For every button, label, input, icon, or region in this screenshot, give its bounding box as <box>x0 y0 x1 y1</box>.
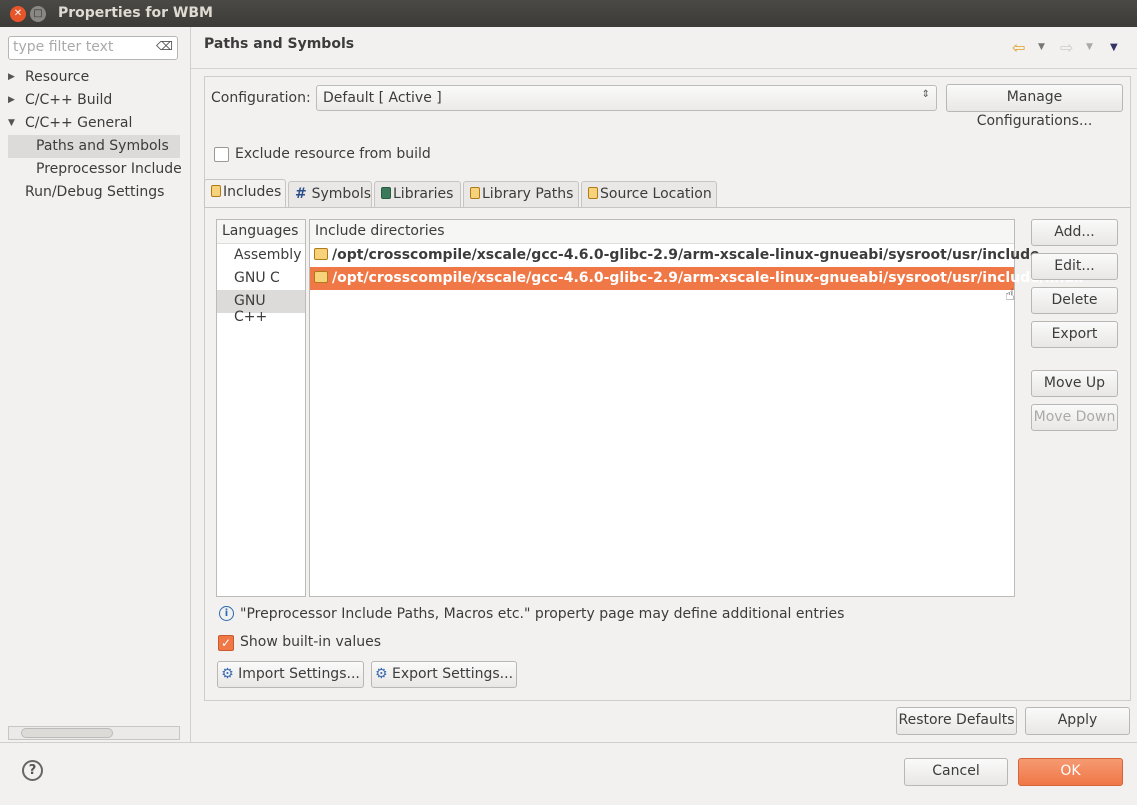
exclude-checkbox[interactable] <box>214 147 229 162</box>
cancel-button[interactable]: Cancel <box>904 758 1008 786</box>
updown-icon: ⇕ <box>921 89 930 100</box>
source-location-icon <box>588 187 598 199</box>
title-bar: ✕ □ Properties for WBM <box>0 0 1137 27</box>
hash-icon: # <box>295 186 312 202</box>
back-icon[interactable]: ⇦ <box>1012 38 1025 57</box>
close-icon[interactable]: ✕ <box>10 6 26 22</box>
sidebar-item-rundebug[interactable]: Run/Debug Settings <box>25 184 164 200</box>
sidebar-hscrollbar[interactable] <box>8 726 180 740</box>
languages-list[interactable]: Languages Assembly GNU C GNU C++ <box>216 219 306 597</box>
include-directories-list[interactable]: Include directories /opt/crosscompile/xs… <box>309 219 1083 597</box>
sidebar-item-resource[interactable]: Resource <box>25 69 89 85</box>
window-title: Properties for WBM <box>58 5 213 21</box>
expand-icon[interactable]: ▶ <box>8 72 15 82</box>
hand-cursor-icon: ☝ <box>1005 285 1015 304</box>
include-folder-icon <box>314 271 328 283</box>
back-menu-icon[interactable]: ▼ <box>1038 42 1045 52</box>
libraries-icon <box>381 187 391 199</box>
delete-button[interactable]: Delete <box>1031 287 1118 314</box>
scroll-thumb[interactable] <box>21 728 113 738</box>
configuration-select[interactable]: Default [ Active ] ⇕ <box>316 85 937 111</box>
move-down-button: Move Down <box>1031 404 1118 431</box>
tab-includes[interactable]: Includes <box>204 179 286 208</box>
show-builtin-checkbox[interactable]: ✓ <box>218 635 234 651</box>
export-settings-button[interactable]: ⚙ Export Settings... <box>371 661 517 688</box>
ok-button[interactable]: OK <box>1018 758 1123 786</box>
includes-icon <box>211 185 221 197</box>
tab-divider <box>204 207 1131 208</box>
filter-input[interactable]: type filter text ⌫ <box>8 36 178 60</box>
configuration-label: Configuration: <box>211 90 311 106</box>
manage-configurations-button[interactable]: Manage Configurations... <box>946 84 1123 129</box>
expand-icon[interactable]: ▶ <box>8 95 15 105</box>
include-folder-icon <box>314 248 328 260</box>
move-up-button[interactable]: Move Up <box>1031 370 1118 397</box>
configuration-value: Default [ Active ] <box>323 90 442 106</box>
export-button[interactable]: Export <box>1031 321 1118 348</box>
tab-symbols[interactable]: # Symbols <box>288 181 372 207</box>
import-settings-button[interactable]: ⚙ Import Settings... <box>217 661 364 688</box>
add-button[interactable]: Add... <box>1031 219 1118 246</box>
maximize-icon[interactable]: □ <box>30 6 46 22</box>
exclude-label: Exclude resource from build <box>235 146 431 162</box>
sidebar-item-paths[interactable]: Paths and Symbols <box>36 138 169 154</box>
clear-icon[interactable]: ⌫ <box>156 39 173 53</box>
sidebar-item-build[interactable]: C/C++ Build <box>25 92 112 108</box>
include-header: Include directories <box>310 220 1014 244</box>
footer-divider <box>0 742 1137 743</box>
help-icon[interactable]: ? <box>22 760 43 781</box>
language-item[interactable]: GNU C <box>217 267 305 290</box>
view-menu-icon[interactable]: ▼ <box>1110 42 1118 53</box>
tab-libraries[interactable]: Libraries <box>374 181 461 207</box>
page-title: Paths and Symbols <box>204 36 355 52</box>
filter-placeholder: type filter text <box>13 39 114 55</box>
info-icon: i <box>219 606 234 621</box>
apply-button[interactable]: Apply <box>1025 707 1130 735</box>
show-builtin-label: Show built-in values <box>240 634 382 650</box>
import-icon: ⚙ <box>221 666 239 682</box>
info-text: "Preprocessor Include Paths, Macros etc.… <box>240 606 845 622</box>
export-icon: ⚙ <box>374 666 392 682</box>
edit-button[interactable]: Edit... <box>1031 253 1118 280</box>
include-row-selected[interactable]: /opt/crosscompile/xscale/gcc-4.6.0-glibc… <box>310 267 1083 290</box>
sidebar-item-preprocessor[interactable]: Preprocessor Include <box>36 161 182 177</box>
library-paths-icon <box>470 187 480 199</box>
collapse-icon[interactable]: ▼ <box>8 118 15 128</box>
sidebar-item-general[interactable]: C/C++ General <box>25 115 132 131</box>
language-item-selected[interactable]: GNU C++ <box>217 290 305 325</box>
forward-icon[interactable]: ⇨ <box>1060 38 1073 57</box>
divider <box>191 68 1137 69</box>
forward-menu-icon[interactable]: ▼ <box>1086 42 1093 52</box>
tab-library-paths[interactable]: Library Paths <box>463 181 579 207</box>
languages-header: Languages <box>217 220 305 244</box>
include-row[interactable]: /opt/crosscompile/xscale/gcc-4.6.0-glibc… <box>310 244 1040 267</box>
language-item[interactable]: Assembly <box>217 244 305 267</box>
restore-defaults-button[interactable]: Restore Defaults <box>896 707 1017 735</box>
tab-source-location[interactable]: Source Location <box>581 181 717 207</box>
